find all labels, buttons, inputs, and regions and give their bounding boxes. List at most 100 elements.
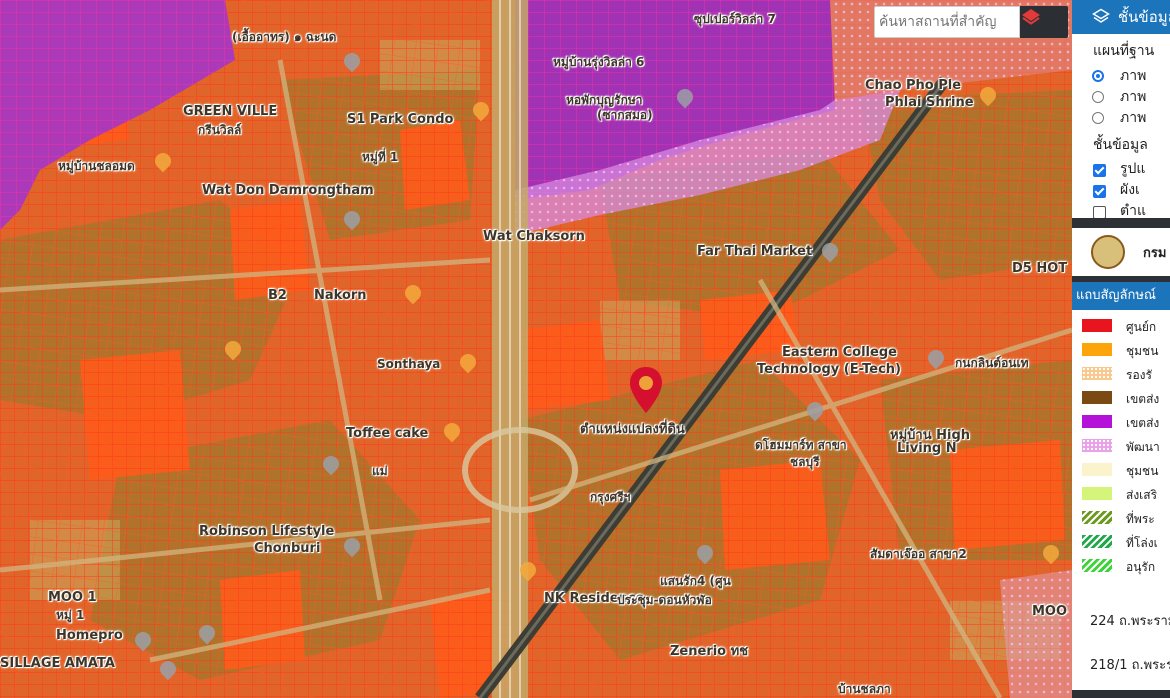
place-label: D5 HOT [1012,261,1068,276]
legend: แถบสัญลักษณ์ ศูนย์ก ชุมชน รองรั เขตส่ง เขตส่… [1072,282,1170,610]
place-label: MOO [1032,604,1068,619]
legend-label: เขตส่ง [1126,392,1160,406]
checkbox[interactable] [1093,185,1106,198]
legend-heading: แถบสัญลักษณ์ [1072,282,1170,310]
option-label: ภาพ [1120,68,1147,84]
legend-item: ที่โล่งเ [1072,530,1170,554]
legend-label: ศูนย์ก [1126,320,1157,334]
address-item[interactable]: 218/1 ถ.พระราม [1072,642,1170,690]
map-canvas[interactable]: (เอื้ออาทร) ๑ ฉะนด GREEN VILLE กรีนวิลล์… [0,0,1072,698]
place-label: หมู่บ้านรุ่งวิลล่า 6 [553,55,645,69]
legend-item: เขตส่ง [1072,410,1170,434]
option-label: ผังเ [1120,182,1140,198]
legend-label: พัฒนา [1126,440,1160,454]
legend-item: ศูนย์ก [1072,314,1170,338]
place-label: ประชุม-ดอนหัวฬ่อ [617,593,712,607]
place-label: สัมดาเจ๊ออ สาขา2 [870,547,967,561]
place-label: Phlai Shrine [885,95,974,110]
place-label: ชลบุรี [790,455,820,469]
org-header: กรม [1072,228,1170,276]
legend-items: ศูนย์ก ชุมชน รองรั เขตส่ง เขตส่ง พัฒนา ชุมชน ส่… [1072,310,1170,578]
address-item[interactable]: 224 ถ.พระราม [1072,598,1170,646]
layer-option[interactable]: รูปแ [1072,159,1170,180]
place-label: แม่ [372,464,388,478]
legend-label: ชุมชน [1126,464,1159,478]
basemap-option[interactable]: ภาพ [1072,66,1170,87]
legend-swatch [1082,511,1112,524]
layers-heading: ชั้นข้อมูล [1093,137,1148,153]
marker-label: ตำแหน่งแปลงที่ดิน [580,422,685,437]
radio-button[interactable] [1092,91,1104,103]
legend-container: กรม แถบสัญลักษณ์ ศูนย์ก ชุมชน รองรั เขตส่งเ… [1072,218,1170,698]
option-label: รูปแ [1120,161,1146,177]
place-label: S1 Park Condo [347,112,454,127]
place-label: กรีนวิลล์ [198,123,242,137]
basemap-option[interactable]: ภาพ [1072,108,1170,129]
radio-button[interactable] [1092,112,1104,124]
legend-swatch [1082,415,1112,428]
legend-swatch [1082,367,1112,380]
option-label: ภาพ [1120,110,1147,126]
place-label: Toffee cake [346,426,429,441]
side-panel: ชั้นข้อมูล แผนที่ฐาน ภาพ ภาพ ภาพ ชั้นข้อ… [1072,0,1170,698]
legend-label: รองรั [1126,368,1152,382]
layers-icon [1022,9,1040,25]
place-label: Wat Don Damrongtham [202,183,374,198]
place-label: Technology (E-Tech) [757,362,901,377]
legend-item: ที่พระ [1072,506,1170,530]
place-label: ซุปเปอร์วิลล่า 7 [694,12,776,26]
legend-swatch [1082,487,1112,500]
legend-label: ชุมชน [1126,344,1159,358]
legend-item: ชุมชน [1072,458,1170,482]
department-seal-icon [1091,235,1125,269]
place-label: Far Thai Market [697,244,813,259]
place-label: B2 [268,288,287,303]
legend-label: อนุรัก [1126,560,1156,574]
place-label: Chao Pho Ple [865,78,962,93]
legend-label: ส่งเสริ [1126,488,1158,502]
place-label: Sonthaya [377,357,441,371]
layers-icon [1092,8,1110,23]
legend-swatch [1082,463,1112,476]
basemap-option[interactable]: ภาพ [1072,87,1170,108]
legend-swatch [1082,319,1112,332]
org-name: กรม [1143,245,1167,261]
legend-swatch [1082,391,1112,404]
place-label: หมู่ 1 [56,608,85,622]
legend-swatch [1082,559,1112,572]
layer-option[interactable]: ผังเ [1072,180,1170,201]
legend-label: ที่พระ [1126,512,1155,526]
place-label: แสนรัก4 (ศูน [660,574,731,588]
option-label: ตำแ [1120,203,1146,219]
place-label: หมู่ที่ 1 [362,150,399,164]
layers-toggle-button[interactable] [1020,6,1068,38]
legend-item: อนุรัก [1072,554,1170,578]
place-label: SILLAGE AMATA [0,656,115,671]
place-label: Nakorn [314,288,367,303]
checkbox[interactable] [1093,164,1106,177]
legend-swatch [1082,439,1112,452]
panel-header[interactable]: ชั้นข้อมูล [1072,0,1170,34]
place-label: บ้านชลภา [838,682,891,696]
place-label: Eastern College [782,345,897,360]
place-label: กรุงศรีฯ [590,490,631,504]
legend-item: พัฒนา [1072,434,1170,458]
place-label: MOO 1 [48,590,97,605]
legend-item: รองรั [1072,362,1170,386]
legend-swatch [1082,535,1112,548]
legend-item: ชุมชน [1072,338,1170,362]
place-label: (เอื้ออาทร) ๑ ฉะนด [232,30,337,44]
search-input[interactable] [874,6,1020,38]
place-label: กนกลินต์อนเท [955,356,1029,370]
basemap-heading: แผนที่ฐาน [1093,43,1155,59]
place-label: Robinson Lifestyle [199,524,335,539]
legend-item: ส่งเสริ [1072,482,1170,506]
place-label: หมู่บ้านชลอมด [58,159,135,173]
radio-button[interactable] [1092,70,1104,82]
place-label: Wat Chaksorn [483,229,585,244]
place-label: Living N [897,441,957,456]
place-label: Homepro [56,628,123,643]
option-label: ภาพ [1120,89,1147,105]
place-label: Chonburi [254,541,321,556]
legend-item: เขตส่ง [1072,386,1170,410]
